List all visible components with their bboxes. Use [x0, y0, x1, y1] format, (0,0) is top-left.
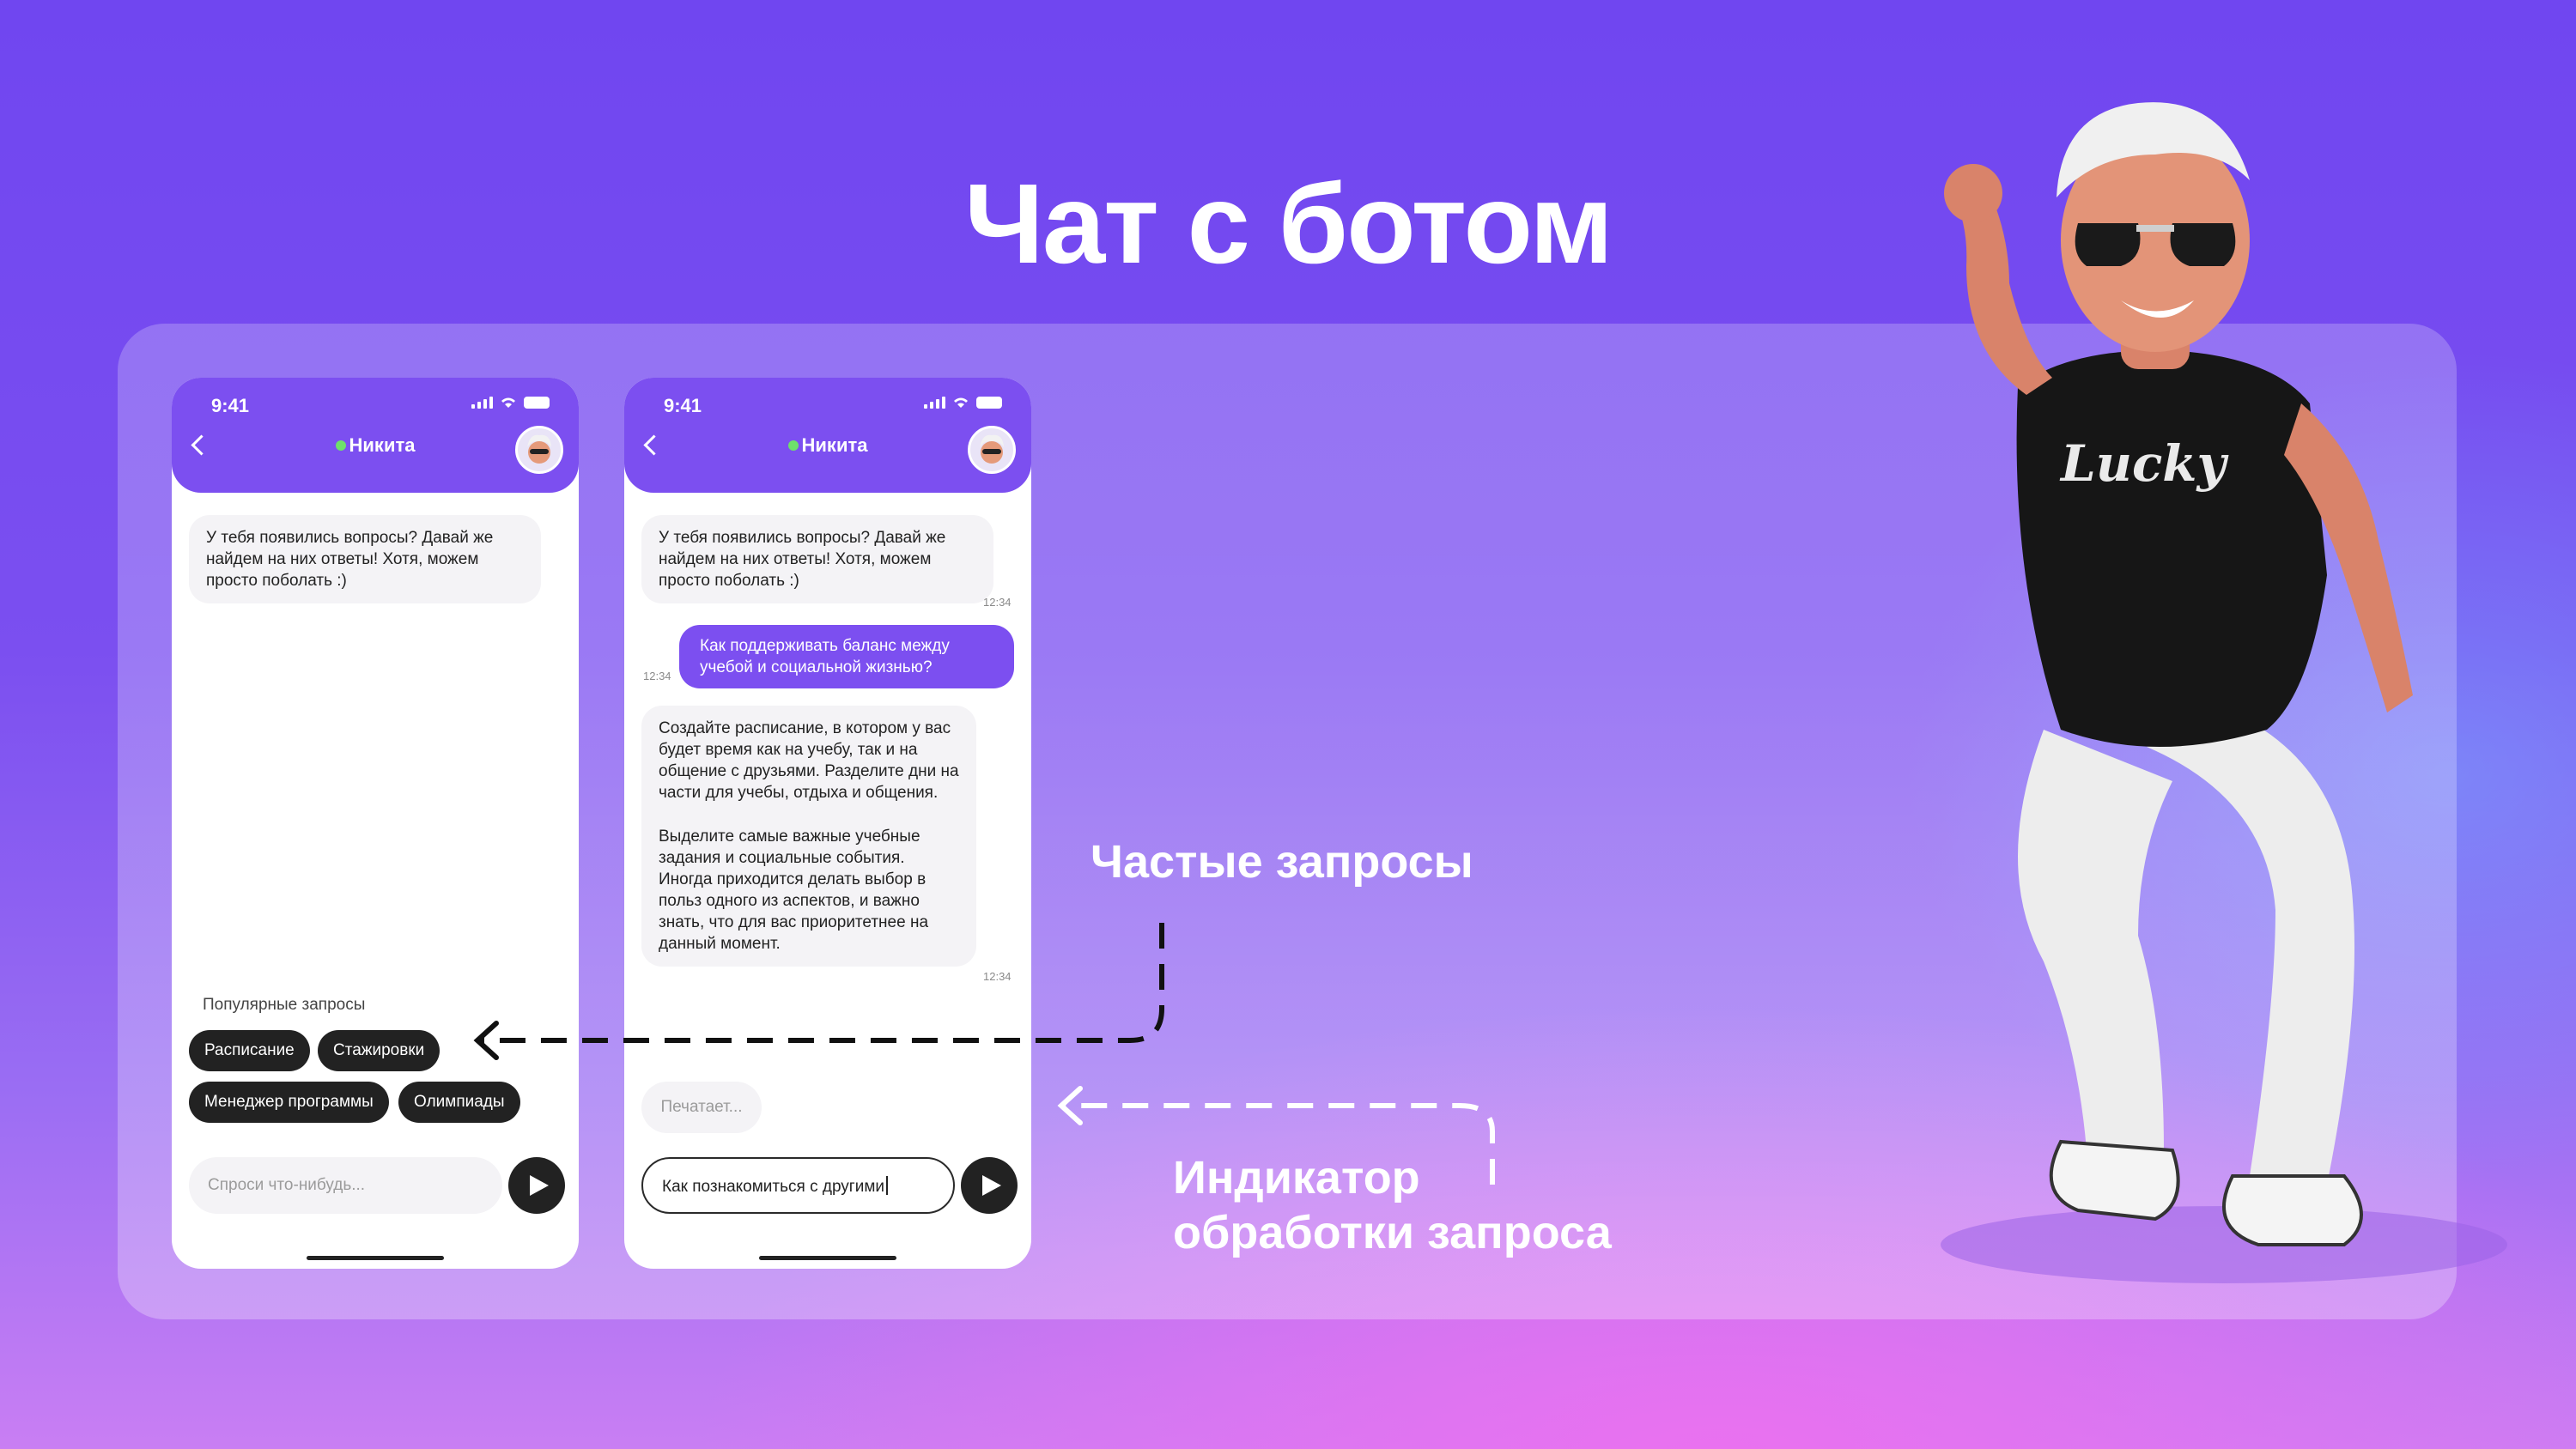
arrow-typing-indicator: [1065, 1103, 1495, 1185]
svg-text:Lucky: Lucky: [2059, 434, 2229, 493]
arrow-head-icon: [1057, 1086, 1083, 1125]
mascot-character-illustration: Lucky: [1941, 102, 2507, 1283]
arrow-frequent-requests: [481, 923, 1164, 1043]
arrow-head-icon: [473, 1021, 499, 1060]
